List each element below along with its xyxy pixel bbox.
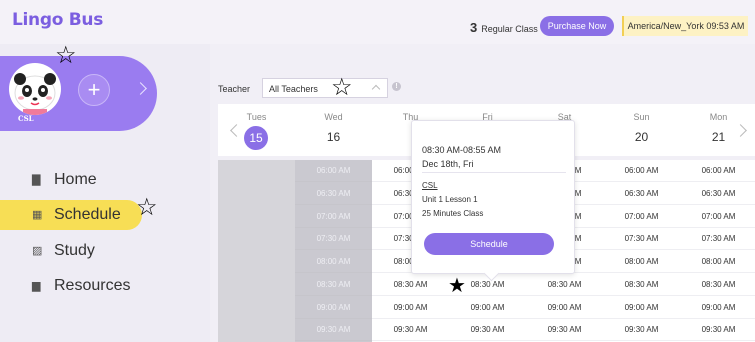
time-slot[interactable]: 09:00 AM bbox=[680, 297, 755, 319]
time-slot: 07:00 AM bbox=[295, 206, 372, 228]
user-name: CSL bbox=[18, 114, 34, 123]
time-slot[interactable]: 08:00 AM bbox=[603, 251, 680, 273]
nav-label-schedule: Schedule bbox=[54, 206, 121, 223]
day-name: Wed bbox=[324, 112, 343, 122]
time-slot[interactable]: 08:30 AM bbox=[603, 274, 680, 296]
nav-label-study: Study bbox=[54, 242, 95, 259]
regular-class-counter: 3 Regular Class bbox=[470, 20, 538, 35]
logo[interactable]: Lingo Bus bbox=[12, 10, 103, 30]
time-slot: 07:30 AM bbox=[295, 228, 372, 251]
time-slot: 09:30 AM bbox=[295, 319, 372, 342]
day-name: Tues bbox=[246, 112, 267, 122]
day-name: Mon bbox=[709, 112, 728, 122]
regular-class-count: 3 bbox=[470, 20, 478, 35]
time-slot[interactable]: 09:30 AM bbox=[603, 319, 680, 342]
time-slot: 08:30 AM bbox=[295, 274, 372, 296]
day-header: Mon 21 bbox=[680, 104, 755, 156]
avatar[interactable] bbox=[9, 63, 61, 115]
time-slot: 09:00 AM bbox=[295, 297, 372, 319]
star-icon: ☆ bbox=[55, 42, 77, 69]
briefcase-icon: ▆ bbox=[32, 280, 41, 292]
popup-time: 08:30 AM-08:55 AM bbox=[422, 145, 502, 155]
time-slot: 08:00 AM bbox=[295, 251, 372, 273]
time-slot[interactable]: 07:00 AM bbox=[680, 206, 755, 228]
star-icon: ★ bbox=[448, 275, 466, 297]
purchase-now-button[interactable]: Purchase Now bbox=[540, 16, 614, 36]
time-slot[interactable]: 08:30 AM bbox=[372, 274, 449, 296]
time-slot[interactable]: 09:00 AM bbox=[449, 297, 526, 319]
nav-item-study[interactable]: ▨ Study bbox=[0, 236, 160, 266]
popup-student-name[interactable]: CSL bbox=[422, 181, 438, 190]
time-slot[interactable]: 09:00 AM bbox=[603, 297, 680, 319]
time-slot[interactable]: 07:30 AM bbox=[603, 228, 680, 251]
nav-label-resources: Resources bbox=[54, 277, 131, 294]
study-icon: ▨ bbox=[32, 245, 43, 257]
day-date: 15 bbox=[244, 126, 268, 150]
day-date: 16 bbox=[326, 130, 341, 144]
class-popup: 08:30 AM-08:55 AM Dec 18th, Fri CSL Unit… bbox=[411, 120, 575, 282]
day-header: Wed 16 bbox=[295, 104, 372, 156]
time-slot[interactable]: 09:30 AM bbox=[372, 319, 449, 342]
time-slot[interactable]: 06:30 AM bbox=[680, 183, 755, 205]
panda-avatar-icon bbox=[14, 73, 56, 115]
time-slot[interactable]: 06:00 AM bbox=[603, 160, 680, 182]
star-icon: ☆ bbox=[136, 194, 158, 221]
schedule-button[interactable]: Schedule bbox=[424, 233, 554, 255]
chevron-up-icon bbox=[371, 84, 381, 94]
nav-item-home[interactable]: ▇ Home bbox=[0, 165, 160, 195]
time-slot[interactable]: 07:30 AM bbox=[680, 228, 755, 251]
top-bar: Lingo Bus 3 Regular Class Purchase Now Am… bbox=[0, 0, 755, 44]
nav-item-resources[interactable]: ▆ Resources bbox=[0, 271, 160, 301]
nav-item-schedule[interactable]: ▦ Schedule bbox=[0, 200, 142, 230]
star-icon: ☆ bbox=[331, 74, 353, 101]
nav-label-home: Home bbox=[54, 171, 97, 188]
teacher-select[interactable]: All Teachers bbox=[262, 78, 388, 98]
past-day-column bbox=[218, 160, 295, 342]
time-slot[interactable]: 06:30 AM bbox=[603, 183, 680, 205]
time-slot[interactable]: 09:00 AM bbox=[372, 297, 449, 319]
time-slot[interactable]: 08:30 AM bbox=[680, 274, 755, 296]
plus-icon[interactable]: + bbox=[78, 74, 110, 106]
calendar-icon: ▦ bbox=[32, 209, 43, 221]
home-icon: ▇ bbox=[32, 174, 41, 186]
time-slot[interactable]: 09:30 AM bbox=[680, 319, 755, 342]
teacher-select-value: All Teachers bbox=[269, 84, 318, 94]
day-header: Sun 20 bbox=[603, 104, 680, 156]
day-header: Tues 15 bbox=[218, 104, 295, 156]
time-slot[interactable]: 09:00 AM bbox=[526, 297, 603, 319]
popup-date: Dec 18th, Fri bbox=[422, 159, 474, 169]
day-date: 20 bbox=[634, 130, 649, 144]
info-icon[interactable]: ! bbox=[392, 82, 401, 91]
popup-lesson: Unit 1 Lesson 1 bbox=[422, 195, 478, 204]
day-name: Sun bbox=[633, 112, 650, 122]
time-slot: 06:30 AM bbox=[295, 183, 372, 205]
day-date: 21 bbox=[711, 130, 726, 144]
time-slot[interactable]: 06:00 AM bbox=[680, 160, 755, 182]
teacher-filter-label: Teacher bbox=[218, 84, 251, 94]
time-slot[interactable]: 07:00 AM bbox=[603, 206, 680, 228]
time-slot[interactable]: 09:30 AM bbox=[526, 319, 603, 342]
popup-divider bbox=[422, 172, 566, 173]
time-slot[interactable]: 09:30 AM bbox=[449, 319, 526, 342]
timezone-display[interactable]: America/New_York 09:53 AM bbox=[622, 16, 748, 36]
popup-duration: 25 Minutes Class bbox=[422, 209, 484, 218]
time-slot[interactable]: 08:00 AM bbox=[680, 251, 755, 273]
regular-class-label: Regular Class bbox=[481, 24, 538, 34]
time-slot: 06:00 AM bbox=[295, 160, 372, 182]
time-slot[interactable]: 08:30 AM bbox=[526, 274, 603, 296]
